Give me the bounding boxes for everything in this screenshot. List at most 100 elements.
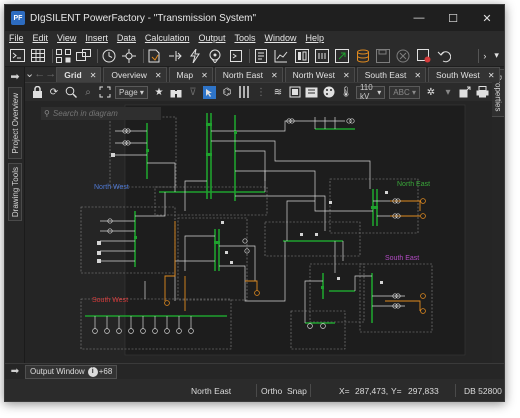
close-button[interactable]: ✕: [470, 5, 504, 31]
lasso-icon[interactable]: ⌬: [220, 85, 234, 100]
palette-icon[interactable]: [322, 85, 336, 100]
color-icon[interactable]: [288, 85, 302, 100]
drawing-tools-tab[interactable]: Drawing Tools: [8, 163, 22, 221]
maximize-button[interactable]: ☐: [436, 5, 470, 31]
status-y-value: 297,833: [408, 386, 439, 396]
tab-map[interactable]: Map ✕: [168, 67, 213, 82]
page-select-value: Page: [119, 87, 138, 97]
data-manager-icon[interactable]: [75, 46, 92, 65]
close-icon[interactable]: ✕: [414, 71, 421, 80]
database-icon[interactable]: [354, 46, 371, 65]
cancel-icon[interactable]: [395, 46, 412, 65]
page-select[interactable]: Page ▾: [115, 85, 148, 99]
status-separator: [455, 384, 456, 397]
tab-south-east[interactable]: South East ✕: [356, 67, 427, 82]
load-flow-icon[interactable]: [166, 46, 183, 65]
search-input[interactable]: [52, 109, 153, 118]
chart-icon[interactable]: [273, 46, 290, 65]
filter-icon[interactable]: ⊽: [186, 85, 200, 100]
status-ortho[interactable]: Ortho: [261, 386, 282, 396]
zoom-icon[interactable]: [64, 85, 78, 100]
menu-data[interactable]: Data: [117, 33, 136, 43]
undo-icon[interactable]: [435, 46, 452, 65]
tab-grid[interactable]: Grid ✕: [56, 67, 102, 82]
voltage-select[interactable]: 110 kV ▾: [355, 83, 386, 101]
export-icon[interactable]: [334, 46, 351, 65]
freeze-icon[interactable]: ▾: [441, 85, 455, 100]
report-icon[interactable]: [252, 46, 269, 65]
terminal-symbol-icon[interactable]: ⋮: [254, 85, 268, 100]
tab-south-west[interactable]: South West ✕: [428, 67, 500, 82]
tab-north-west[interactable]: North West ✕: [284, 67, 355, 82]
export-diagram-icon[interactable]: [458, 85, 472, 100]
close-icon[interactable]: ✕: [488, 71, 495, 80]
legend-icon[interactable]: [305, 85, 319, 100]
grid-icon[interactable]: [29, 46, 46, 65]
script-icon[interactable]: [227, 46, 244, 65]
status-snap[interactable]: Snap: [287, 386, 307, 396]
compare-icon[interactable]: [313, 46, 330, 65]
close-icon[interactable]: ✕: [155, 71, 162, 80]
voltage-icon[interactable]: 🌡: [339, 85, 353, 100]
menu-calculation[interactable]: Calculation: [145, 33, 190, 43]
panel-icon[interactable]: [293, 46, 310, 65]
menu-bar: File Edit View Insert Data Calculation O…: [5, 31, 504, 45]
location-icon[interactable]: [207, 46, 224, 65]
add-tab-button[interactable]: +: [504, 66, 505, 82]
info-icon: i: [87, 366, 98, 377]
text-select[interactable]: ABC ▾: [389, 85, 420, 99]
layers-icon[interactable]: ≋: [271, 85, 285, 100]
menu-help[interactable]: Help: [306, 33, 325, 43]
print-icon[interactable]: [475, 85, 489, 100]
clock-icon[interactable]: [100, 46, 117, 65]
fit-page-icon[interactable]: [98, 85, 112, 100]
expand-icon[interactable]: ▾: [492, 46, 501, 65]
lock-icon[interactable]: [30, 85, 44, 100]
tab-north-east[interactable]: North East ✕: [214, 67, 283, 82]
status-x-label: X=: [339, 386, 350, 396]
region-label-south-west: South West: [92, 297, 129, 304]
terminal-icon[interactable]: [9, 46, 26, 65]
chevron-down-icon[interactable]: ⌄: [25, 66, 34, 82]
tab-label: South East: [364, 70, 407, 80]
pin-icon[interactable]: ➡: [8, 69, 22, 85]
select-icon[interactable]: [203, 85, 217, 100]
pin-icon[interactable]: ➡: [5, 366, 25, 377]
single-line-diagram[interactable]: [25, 101, 492, 363]
close-icon[interactable]: ✕: [343, 71, 350, 80]
menu-insert[interactable]: Insert: [85, 33, 108, 43]
star-icon[interactable]: ★: [152, 85, 166, 100]
close-icon[interactable]: ✕: [271, 71, 278, 80]
status-x-value: 287,473,: [355, 386, 389, 396]
project-overview-tab[interactable]: Project Overview: [8, 87, 22, 159]
bus-icon[interactable]: [237, 85, 251, 100]
short-circuit-icon[interactable]: [186, 46, 203, 65]
menu-window[interactable]: Window: [265, 33, 297, 43]
menu-file[interactable]: File: [9, 33, 24, 43]
binoculars-icon[interactable]: [169, 85, 183, 100]
menu-output[interactable]: Output: [198, 33, 225, 43]
menu-tools[interactable]: Tools: [234, 33, 255, 43]
minimize-button[interactable]: —: [402, 5, 436, 31]
refresh-icon[interactable]: ⟳: [47, 85, 61, 100]
diagram-canvas[interactable]: ⚲ North West North East South East South…: [25, 101, 492, 363]
close-icon[interactable]: ✕: [90, 71, 97, 80]
tab-overview[interactable]: Overview ✕: [103, 67, 167, 82]
menu-edit[interactable]: Edit: [33, 33, 49, 43]
edit-icon[interactable]: [415, 46, 432, 65]
save-icon[interactable]: [374, 46, 391, 65]
zoom-out-icon[interactable]: ⌕: [81, 85, 95, 100]
forward-arrow-icon[interactable]: →: [45, 66, 56, 82]
output-window-tab[interactable]: Output Window i +68: [25, 364, 118, 379]
more-icon[interactable]: ›: [481, 46, 490, 65]
close-icon[interactable]: ✕: [201, 71, 208, 80]
menu-view[interactable]: View: [57, 33, 76, 43]
status-region: North East: [191, 386, 232, 396]
move-icon[interactable]: [120, 46, 137, 65]
new-diagram-icon[interactable]: [146, 46, 163, 65]
back-arrow-icon[interactable]: ←: [34, 66, 45, 82]
network-icon[interactable]: [55, 46, 72, 65]
sparkle-icon[interactable]: ✲: [424, 85, 438, 100]
diagram-search[interactable]: ⚲: [41, 107, 161, 120]
output-count: +68: [98, 367, 113, 376]
